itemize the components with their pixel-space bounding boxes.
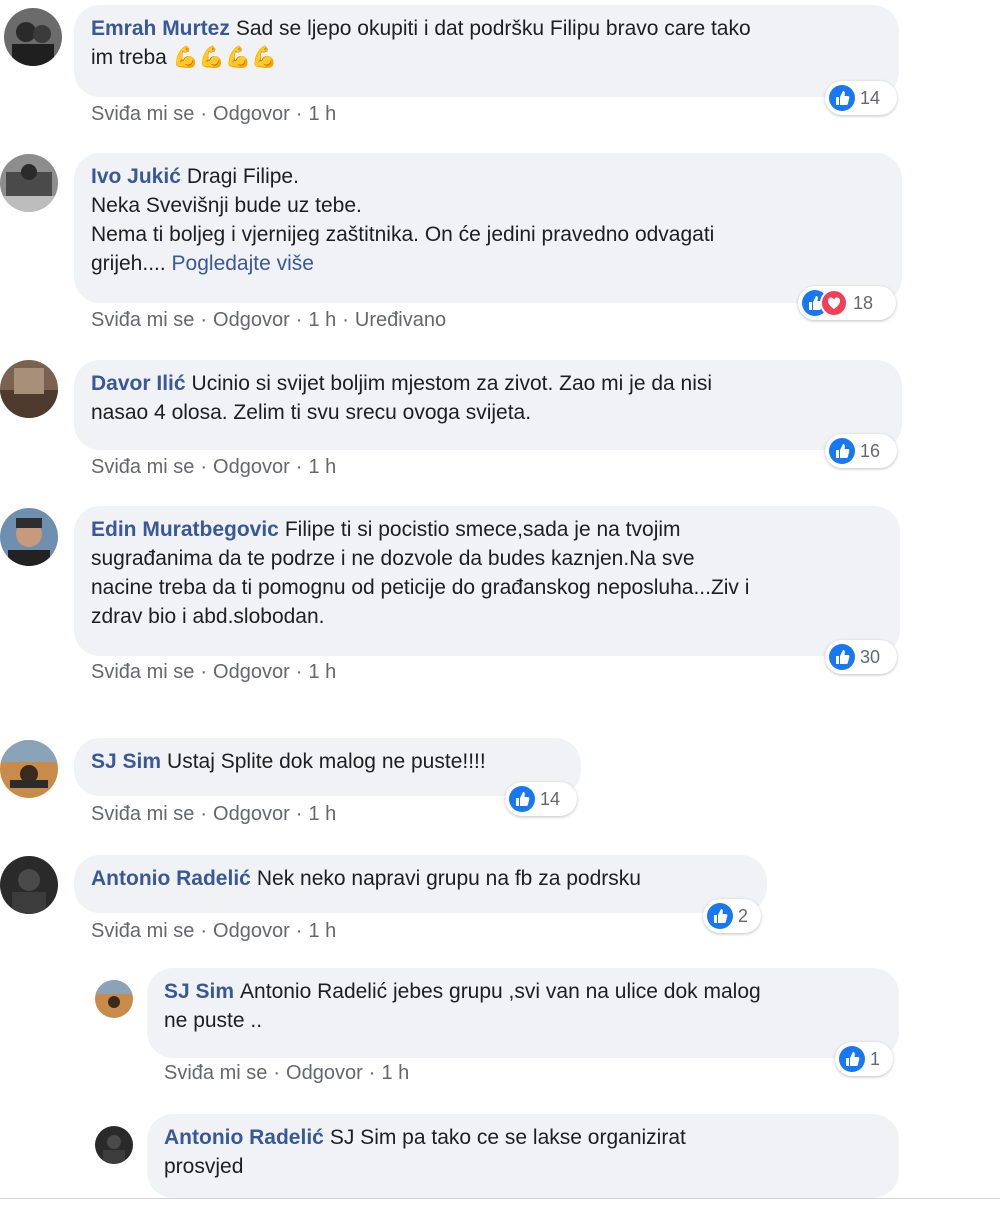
reaction-count: 30 — [860, 646, 881, 667]
comment-text: Ustaj Splite dok malog ne puste!!!! — [167, 750, 486, 773]
like-link[interactable]: Sviđa mi se — [164, 1062, 267, 1084]
comment-time[interactable]: 1 h — [308, 103, 336, 125]
reaction-count: 14 — [540, 788, 561, 809]
reply-link[interactable]: Odgovor — [213, 661, 290, 683]
avatar[interactable] — [0, 856, 58, 914]
reply-link[interactable]: Odgovor — [213, 103, 290, 125]
reply-link[interactable]: Odgovor — [213, 803, 290, 825]
like-icon — [509, 786, 535, 812]
separator-dot: · — [295, 920, 303, 942]
comment-author[interactable]: SJ Sim — [164, 980, 234, 1003]
like-icon — [829, 644, 855, 670]
comment-author[interactable]: Antonio Radelić — [164, 1126, 324, 1149]
reaction-summary[interactable]: 16 — [825, 434, 897, 468]
reaction-summary[interactable]: 14 — [505, 782, 577, 816]
comment-bubble: Emrah Murtez Sad se ljepo okupiti i dat p… — [74, 5, 899, 97]
love-icon — [820, 289, 848, 317]
reply-link[interactable]: Odgovor — [213, 309, 290, 331]
reply-bubble: Antonio Radelić SJ Sim pa tako ce se laks… — [147, 1114, 899, 1198]
avatar[interactable] — [4, 8, 62, 66]
comment-time[interactable]: 1 h — [308, 456, 336, 478]
see-more-link[interactable]: Pogledajte više — [172, 252, 314, 275]
comment-time[interactable]: 1 h — [308, 661, 336, 683]
comment-author[interactable]: Antonio Radelić — [91, 867, 251, 890]
comment-actions: Sviđa mi se · Odgovor · 1 h — [91, 103, 336, 126]
reaction-count: 14 — [860, 87, 881, 108]
like-link[interactable]: Sviđa mi se — [91, 456, 194, 478]
separator-dot: · — [295, 103, 303, 125]
comment-actions: Sviđa mi se · Odgovor · 1 h — [91, 661, 336, 684]
separator-dot: · — [342, 309, 349, 331]
reply-link[interactable]: Odgovor — [213, 456, 290, 478]
avatar[interactable] — [0, 740, 58, 798]
like-link[interactable]: Sviđa mi se — [91, 103, 194, 125]
separator-dot: · — [368, 1062, 376, 1084]
comment-bubble: Edin Muratbegovic Filipe ti si pocistio s… — [74, 506, 900, 656]
divider — [0, 1198, 1000, 1199]
separator-dot: · — [200, 661, 208, 683]
avatar[interactable] — [0, 508, 58, 566]
comment-author[interactable]: Ivo Jukić — [91, 165, 181, 188]
like-link[interactable]: Sviđa mi se — [91, 920, 194, 942]
reaction-summary[interactable]: 14 — [825, 81, 897, 115]
comment-time[interactable]: 1 h — [381, 1062, 409, 1084]
comment-bubble: SJ Sim Ustaj Splite dok malog ne puste!!!… — [74, 738, 581, 796]
comment-time[interactable]: 1 h — [308, 920, 336, 942]
comment-bubble: Antonio Radelić Nek neko napravi grupu na… — [74, 855, 767, 913]
reaction-count: 1 — [870, 1048, 881, 1069]
comment-author[interactable]: SJ Sim — [91, 750, 161, 773]
comment-actions: Sviđa mi se · Odgovor · 1 h — [164, 1062, 409, 1085]
comment-text: Antonio Radelić jebes grupu ,svi van na … — [164, 980, 761, 1032]
separator-dot: · — [200, 456, 208, 478]
like-icon — [829, 85, 855, 111]
comment-actions: Sviđa mi se · Odgovor · 1 h · Uređivano — [91, 309, 446, 332]
like-icon — [839, 1046, 865, 1072]
comment-author[interactable]: Davor Ilić — [91, 372, 186, 395]
separator-dot: · — [295, 803, 303, 825]
reply-link[interactable]: Odgovor — [286, 1062, 363, 1084]
separator-dot: · — [295, 661, 303, 683]
separator-dot: · — [200, 803, 208, 825]
edited-label[interactable]: Uređivano — [355, 309, 446, 331]
avatar[interactable] — [0, 360, 58, 418]
avatar[interactable] — [95, 1126, 133, 1164]
comment-actions: Sviđa mi se · Odgovor · 1 h — [91, 456, 336, 479]
reply-link[interactable]: Odgovor — [213, 920, 290, 942]
like-icon — [707, 903, 733, 929]
separator-dot: · — [200, 103, 208, 125]
comment-actions: Sviđa mi se · Odgovor · 1 h — [91, 920, 336, 943]
like-icon — [829, 438, 855, 464]
separator-dot: · — [295, 309, 303, 331]
comment-text: Nek neko napravi grupu na fb za podrsku — [256, 867, 641, 890]
like-link[interactable]: Sviđa mi se — [91, 309, 194, 331]
comment-bubble: Davor Ilić Ucinio si svijet boljim mjesto… — [74, 360, 902, 450]
avatar[interactable] — [95, 980, 133, 1018]
separator-dot: · — [200, 309, 208, 331]
emoji-strong-arm: 💪💪💪💪 — [172, 46, 278, 69]
reaction-summary[interactable]: 1 — [835, 1042, 893, 1076]
avatar[interactable] — [0, 154, 58, 212]
comment-time[interactable]: 1 h — [308, 309, 336, 331]
reaction-summary[interactable]: 30 — [825, 640, 897, 674]
reply-bubble: SJ Sim Antonio Radelić jebes grupu ,svi v… — [147, 968, 899, 1058]
like-link[interactable]: Sviđa mi se — [91, 661, 194, 683]
reaction-count: 16 — [860, 440, 881, 461]
comment-time[interactable]: 1 h — [308, 803, 336, 825]
comment-author[interactable]: Emrah Murtez — [91, 17, 230, 40]
separator-dot: · — [200, 920, 208, 942]
comment-actions: Sviđa mi se · Odgovor · 1 h — [91, 803, 336, 826]
reaction-summary[interactable]: 2 — [703, 899, 761, 933]
reaction-count: 2 — [738, 905, 749, 926]
separator-dot: · — [273, 1062, 281, 1084]
comment-bubble: Ivo Jukić Dragi Filipe. Neka Svevišnji bu… — [74, 153, 902, 303]
comment-author[interactable]: Edin Muratbegovic — [91, 518, 279, 541]
reaction-summary[interactable]: 18 — [798, 286, 896, 320]
like-link[interactable]: Sviđa mi se — [91, 803, 194, 825]
separator-dot: · — [295, 456, 303, 478]
reaction-count: 18 — [853, 292, 874, 313]
